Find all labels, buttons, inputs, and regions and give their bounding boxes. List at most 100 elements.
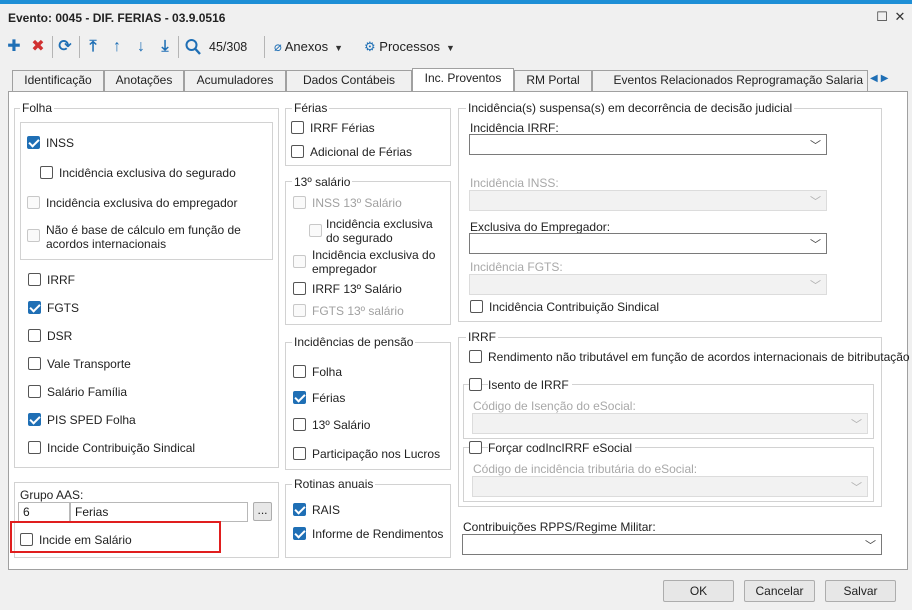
inc-segurado-checkbox[interactable] [40,166,53,179]
cancel-button[interactable]: Cancelar [744,580,815,602]
grupo-aas-label: Grupo AAS: [20,488,84,502]
ok-button[interactable]: OK [663,580,734,602]
highlight-box [10,521,221,553]
last-record-icon[interactable]: ⤓ [157,38,173,56]
chevron-down-icon: ﹀ [865,540,876,552]
tab-eventos-relacionados[interactable]: Eventos Relacionados Reprogramação Salar… [592,70,868,91]
chevron-down-icon: ﹀ [810,280,821,292]
chevron-down-icon: ﹀ [851,482,862,494]
tab-acumuladores[interactable]: Acumuladores [184,70,286,91]
tab-identificacao[interactable]: Identificação [12,70,104,91]
codigo-isencao-select[interactable]: ﹀ [472,413,868,434]
tab-inc-proventos[interactable]: Inc. Proventos [412,68,514,92]
rais-label: RAIS [312,503,341,517]
contribuicao-sindical-label: Incidência Contribuição Sindical [489,300,660,314]
first-record-icon[interactable]: ⤒ [85,38,101,56]
tab-scroll-left-icon[interactable]: ◀ [870,73,878,84]
tab-scroll-arrows[interactable]: ◀ ▶ [870,70,906,87]
irrf-group-title: IRRF [466,330,498,344]
delete-icon[interactable]: ✖ [30,38,46,56]
tab-anotacoes[interactable]: Anotações [104,70,184,91]
pensao-participacao-checkbox[interactable] [293,447,306,460]
rotinas-title: Rotinas anuais [292,477,376,491]
rendimento-nao-tributavel-checkbox[interactable] [469,350,482,363]
inss-label: INSS [46,136,75,150]
isento-irrf-checkbox[interactable] [469,378,482,391]
add-icon[interactable]: ✚ [6,38,22,56]
forcar-codinc-label: Forçar codIncIRRF eSocial [488,441,636,455]
inss-checkbox[interactable] [27,136,40,149]
toolbar-separator [52,36,53,58]
vale-transporte-checkbox[interactable] [28,357,41,370]
pis-sped-checkbox[interactable] [28,413,41,426]
decimo-inc-segurado-checkbox[interactable] [309,224,322,237]
caret-down-icon: ▼ [334,43,344,53]
record-position: 45/308 [209,40,248,54]
decimo-inc-segurado-label: Incidência exclusiva do segurado [326,217,433,245]
gear-icon: ⚙ [364,39,376,54]
inc-empregador-checkbox[interactable] [27,196,40,209]
processes-menu[interactable]: ⚙ Processos ▼ [364,39,455,55]
fgts-13-checkbox[interactable] [293,304,306,317]
pensao-ferias-label: Férias [312,391,346,405]
incidencia-irrf-select[interactable]: ﹀ [469,134,827,155]
adicional-ferias-checkbox[interactable] [291,145,304,158]
refresh-icon[interactable]: ⟳ [57,38,73,56]
salario-familia-label: Salário Família [47,385,128,399]
rendimento-nao-tributavel-label: Rendimento não tributável em função de a… [488,350,910,364]
previous-record-icon[interactable]: ↑ [109,38,125,56]
tab-dados-contabeis[interactable]: Dados Contábeis [286,70,412,91]
nao-base-checkbox[interactable] [27,229,40,242]
grupo-aas-lookup-button[interactable]: ... [253,502,272,521]
irrf-ferias-checkbox[interactable] [291,121,304,134]
adicional-ferias-label: Adicional de Férias [310,145,413,159]
pensao-decimo-label: 13º Salário [312,418,371,432]
chevron-down-icon: ﹀ [810,140,821,152]
save-button[interactable]: Salvar [825,580,896,602]
nao-base-label: Não é base de cálculo em função de acord… [46,223,241,251]
dsr-checkbox[interactable] [28,329,41,342]
tab-rm-portal[interactable]: RM Portal [514,70,592,91]
rpps-select[interactable]: ﹀ [462,534,882,555]
decimo-inc-empregador-checkbox[interactable] [293,255,306,268]
annexes-label: Anexos [284,39,329,54]
close-icon[interactable]: ✕ [893,10,907,24]
pensao-decimo-checkbox[interactable] [293,418,306,431]
pensao-folha-checkbox[interactable] [293,365,306,378]
informe-checkbox[interactable] [293,527,306,540]
grupo-aas-code-input[interactable]: 6 [18,502,70,522]
incidencia-fgts-select[interactable]: ﹀ [469,274,827,295]
toolbar-separator [79,36,80,58]
codigo-incidencia-select[interactable]: ﹀ [472,476,868,497]
rotinas-group [285,484,451,558]
inss-13-checkbox[interactable] [293,196,306,209]
incide-sindical-checkbox[interactable] [28,441,41,454]
ferias-title: Férias [292,101,330,115]
incidencia-fgts-label: Incidência FGTS: [470,260,563,274]
window-title: Evento: 0045 - DIF. FERIAS - 03.9.0516 [8,11,226,25]
pensao-participacao-label: Participação nos Lucros [312,447,441,461]
rais-checkbox[interactable] [293,503,306,516]
pensao-ferias-checkbox[interactable] [293,391,306,404]
forcar-codinc-checkbox[interactable] [469,441,482,454]
caret-down-icon: ▼ [445,43,455,53]
contribuicao-sindical-checkbox[interactable] [470,300,483,313]
annexes-menu[interactable]: ⌀ Anexos ▼ [274,39,343,55]
chevron-down-icon: ﹀ [851,419,862,431]
next-record-icon[interactable]: ↓ [133,38,149,56]
grupo-aas-name-input[interactable]: Ferias [70,502,248,522]
exclusiva-empregador-select[interactable]: ﹀ [469,233,827,254]
irrf-checkbox[interactable] [28,273,41,286]
vale-transporte-label: Vale Transporte [47,357,131,371]
search-icon[interactable] [185,38,201,56]
maximize-icon[interactable]: ☐ [875,10,889,24]
tab-scroll-right-icon[interactable]: ▶ [881,73,889,84]
incide-sindical-label: Incide Contribuição Sindical [47,441,196,455]
fgts-checkbox[interactable] [28,301,41,314]
inc-empregador-label: Incidência exclusiva do empregador [46,196,238,210]
codigo-incidencia-label: Código de incidência tributária do eSoci… [473,462,698,476]
irrf-13-checkbox[interactable] [293,282,306,295]
salario-familia-checkbox[interactable] [28,385,41,398]
incidencia-inss-select[interactable]: ﹀ [469,190,827,211]
dsr-label: DSR [47,329,73,343]
